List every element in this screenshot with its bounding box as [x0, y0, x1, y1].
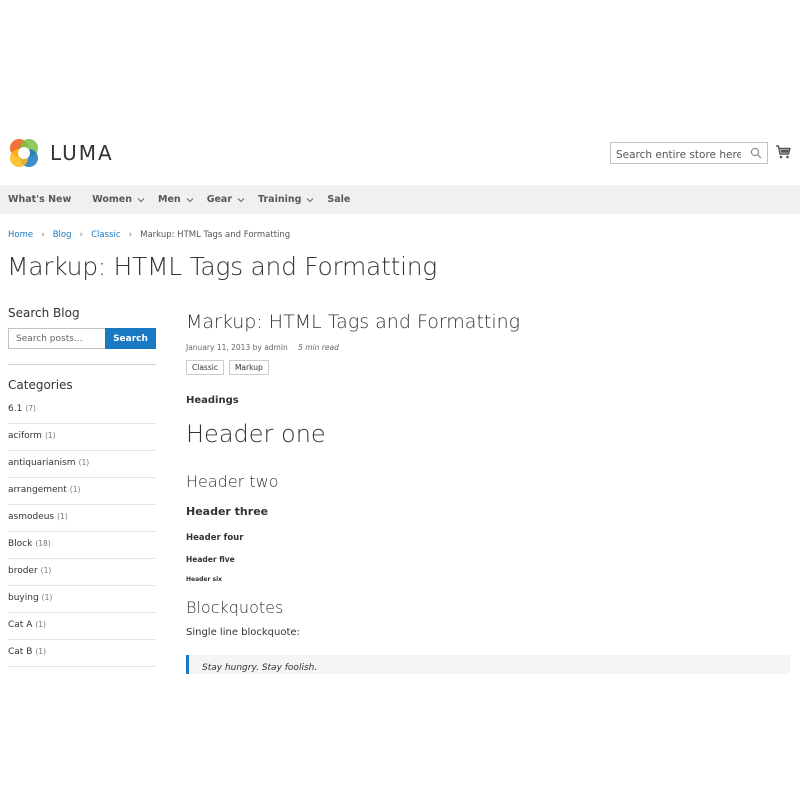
category-name: buying: [8, 593, 39, 603]
category-name: broder: [8, 566, 38, 576]
heading-three: Header three: [186, 505, 269, 518]
nav-item-training[interactable]: Training: [258, 194, 314, 205]
breadcrumb-separator: ›: [79, 230, 84, 240]
category-count: (1): [41, 593, 53, 602]
nav-label: Gear: [206, 194, 233, 205]
category-count: (1): [69, 485, 81, 494]
page-title: Markup: HTML Tags and Formatting: [7, 252, 437, 281]
headings-label: Headings: [186, 395, 239, 406]
category-count: (1): [57, 512, 68, 521]
category-item[interactable]: buying (1): [8, 586, 156, 613]
nav-item-sale[interactable]: Sale: [327, 194, 350, 205]
category-name: Cat B: [8, 647, 33, 657]
category-count: (1): [78, 458, 90, 467]
breadcrumb-blog[interactable]: Blog: [53, 230, 72, 240]
category-item[interactable]: antiquarianism (1): [8, 451, 156, 478]
blockquote-text: Stay hungry. Stay foolish.: [202, 663, 318, 673]
search-blog-heading: Search Blog: [8, 306, 80, 320]
store-logo[interactable]: LUMA: [8, 137, 114, 169]
chevron-down-icon: [237, 197, 245, 202]
category-count: (1): [44, 431, 56, 440]
category-item[interactable]: arrangement (1): [8, 478, 156, 505]
breadcrumb: Home › Blog › Classic › Markup: HTML Tag…: [8, 230, 290, 240]
store-search-input[interactable]: [611, 145, 741, 165]
heading-six: Header six: [186, 576, 223, 583]
nav-label: Men: [158, 194, 181, 205]
chevron-down-icon: [186, 197, 194, 202]
nav-label: Women: [92, 194, 133, 205]
nav-label: Training: [258, 194, 302, 205]
blockquote: Stay hungry. Stay foolish.: [186, 655, 790, 674]
category-count: (18): [35, 539, 51, 548]
nav-item-women[interactable]: Women: [92, 194, 145, 205]
category-count: (1): [35, 620, 46, 629]
heading-one: Header one: [186, 420, 326, 448]
luma-logo-icon: [10, 139, 38, 167]
category-item[interactable]: Cat B (1): [8, 640, 156, 667]
category-item[interactable]: Block (18): [8, 532, 156, 559]
breadcrumb-separator: ›: [128, 230, 133, 240]
chevron-down-icon: [307, 197, 314, 202]
category-list: 6.1 (7) aciform (1) antiquarianism (1) arrange…: [8, 397, 156, 667]
main-nav: What's New Women Men Gear Training Sale: [0, 185, 800, 214]
category-count: (7): [25, 404, 36, 413]
categories-heading: Categories: [8, 378, 73, 392]
post-tags: Classic Markup: [186, 360, 274, 375]
search-icon[interactable]: [750, 147, 762, 159]
blog-search-button[interactable]: Search: [105, 328, 156, 349]
category-item[interactable]: Cat A (1): [8, 613, 156, 640]
category-name: Cat A: [8, 620, 33, 630]
category-item[interactable]: asmodeus (1): [8, 505, 156, 532]
category-count: (1): [40, 566, 52, 575]
post-by: by: [252, 343, 262, 352]
nav-label: What's New: [8, 194, 72, 205]
post-author[interactable]: admin: [264, 343, 288, 352]
nav-item-men[interactable]: Men: [158, 194, 194, 205]
sidebar-divider: [8, 364, 156, 365]
post-title[interactable]: Markup: HTML Tags and Formatting: [186, 311, 520, 333]
store-search: [610, 142, 768, 165]
blog-search-form: Search: [8, 328, 156, 349]
nav-label: Sale: [327, 194, 351, 205]
blog-search-input[interactable]: [8, 328, 105, 349]
brand-name: LUMA: [50, 141, 114, 165]
site-header: LUMA: [0, 118, 800, 185]
category-item[interactable]: 6.1 (7): [8, 397, 156, 424]
post-read-time: 5 min read: [298, 343, 339, 352]
heading-five: Header five: [186, 555, 235, 564]
category-name: 6.1: [8, 404, 23, 414]
blockquotes-heading: Blockquotes: [186, 598, 284, 617]
category-name: arrangement: [8, 485, 67, 495]
category-item[interactable]: broder (1): [8, 559, 156, 586]
blockquote-intro: Single line blockquote:: [186, 627, 300, 638]
page-frame: LUMA What's New Women Men Gear Training …: [0, 118, 800, 674]
category-name: aciform: [8, 431, 42, 441]
tag-markup[interactable]: Markup: [228, 360, 269, 375]
category-name: asmodeus: [8, 512, 55, 522]
breadcrumb-separator: ›: [41, 230, 45, 240]
heading-four: Header four: [186, 533, 244, 543]
post-date: January 11, 2013: [186, 343, 251, 352]
breadcrumb-classic[interactable]: Classic: [91, 230, 120, 240]
breadcrumb-home[interactable]: Home: [8, 230, 33, 240]
post-meta: January 11, 2013 by admin 5 min read: [186, 343, 339, 352]
tag-classic[interactable]: Classic: [186, 360, 224, 375]
breadcrumb-current: Markup: HTML Tags and Formatting: [140, 230, 291, 240]
category-count: (1): [35, 647, 46, 656]
chevron-down-icon: [137, 197, 145, 202]
cart-icon[interactable]: [775, 144, 791, 160]
nav-item-whats-new[interactable]: What's New: [8, 194, 71, 205]
heading-two: Header two: [186, 472, 279, 491]
category-name: antiquarianism: [8, 458, 76, 468]
category-name: Block: [8, 539, 33, 549]
category-item[interactable]: aciform (1): [8, 424, 156, 451]
nav-item-gear[interactable]: Gear: [207, 194, 245, 205]
